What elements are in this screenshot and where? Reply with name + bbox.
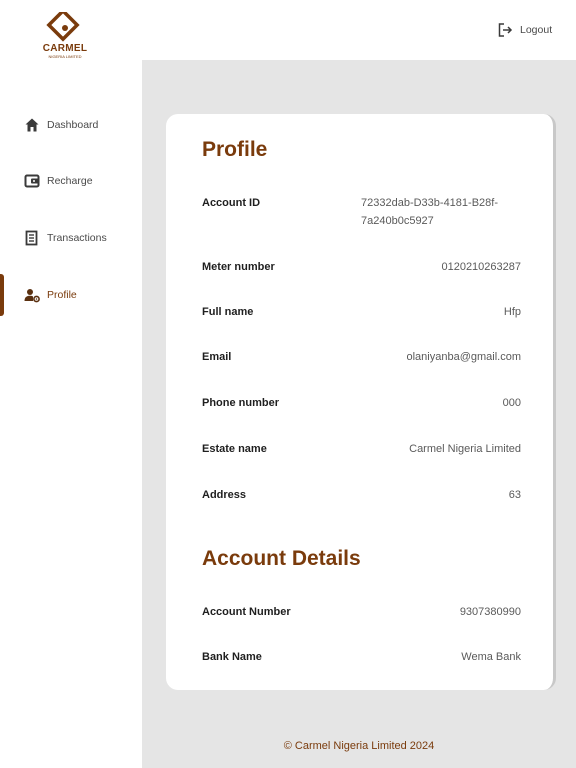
logout-label: Logout <box>520 24 553 36</box>
profile-title: Profile <box>202 138 268 161</box>
field-phone-number: Phone number 000 <box>202 397 521 409</box>
field-label: Bank Name <box>202 651 262 663</box>
user-settings-icon <box>24 289 40 303</box>
field-value: olaniyanba@gmail.com <box>406 351 521 363</box>
logout-icon <box>498 23 513 37</box>
field-label: Email <box>202 351 232 363</box>
field-value: 0120210263287 <box>441 261 521 273</box>
field-account-id: Account ID 72332dab-D33b-4181-B28f-7a240… <box>202 197 521 230</box>
brand-tagline: NIGERIA LIMITED <box>48 54 82 59</box>
field-meter-number: Meter number 0120210263287 <box>202 261 521 273</box>
field-address: Address 63 <box>202 489 521 501</box>
brand-name: CARMEL <box>42 43 88 54</box>
field-value: Hfp <box>503 306 521 318</box>
home-icon <box>25 118 39 132</box>
logout-button[interactable]: Logout <box>497 21 552 39</box>
sidebar-item-recharge[interactable]: Recharge <box>0 161 142 201</box>
sidebar-item-profile[interactable]: Profile <box>0 275 142 315</box>
sidebar-item-label: Recharge <box>47 175 93 187</box>
field-value: 000 <box>502 397 521 409</box>
field-email: Email olaniyanba@gmail.com <box>202 351 521 363</box>
field-value: Wema Bank <box>461 651 521 663</box>
field-bank-name: Bank Name Wema Bank <box>202 651 521 663</box>
sidebar-item-label: Dashboard <box>47 119 99 131</box>
profile-card: Profile Account ID 72332dab-D33b-4181-B2… <box>166 114 556 690</box>
field-label: Full name <box>202 306 254 318</box>
field-account-number: Account Number 9307380990 <box>202 606 521 618</box>
sidebar-item-label: Transactions <box>47 232 107 244</box>
sidebar-item-transactions[interactable]: Transactions <box>0 218 142 258</box>
field-label: Account Number <box>202 606 291 618</box>
field-label: Estate name <box>202 443 267 455</box>
field-full-name: Full name Hfp <box>202 306 521 318</box>
field-label: Phone number <box>202 397 280 409</box>
footer-copyright: © Carmel Nigeria Limited 2024 <box>283 740 435 752</box>
field-label: Meter number <box>202 261 275 273</box>
field-value: 9307380990 <box>459 606 521 618</box>
field-label: Account ID <box>202 197 261 209</box>
field-label: Address <box>202 489 247 501</box>
sidebar-item-dashboard[interactable]: Dashboard <box>0 105 142 145</box>
account-details-title: Account Details <box>202 547 361 570</box>
field-value: Carmel Nigeria Limited <box>409 443 521 455</box>
app-root: CARMEL NIGERIA LIMITED Dashboard Recharg… <box>0 0 576 768</box>
main-content: Profile Account ID 72332dab-D33b-4181-B2… <box>142 60 576 768</box>
diamond-logo-icon <box>46 12 80 42</box>
field-value: 72332dab-D33b-4181-B28f-7a240b0c5927 <box>361 197 498 227</box>
sidebar-item-label: Profile <box>47 289 77 301</box>
top-bar: Logout <box>142 0 576 60</box>
sidebar: CARMEL NIGERIA LIMITED Dashboard Recharg… <box>0 0 142 768</box>
field-estate-name: Estate name Carmel Nigeria Limited <box>202 443 521 455</box>
wallet-icon <box>24 174 40 188</box>
brand-logo[interactable]: CARMEL NIGERIA LIMITED <box>40 12 90 60</box>
field-value: 63 <box>508 489 521 501</box>
receipt-icon <box>25 230 38 246</box>
